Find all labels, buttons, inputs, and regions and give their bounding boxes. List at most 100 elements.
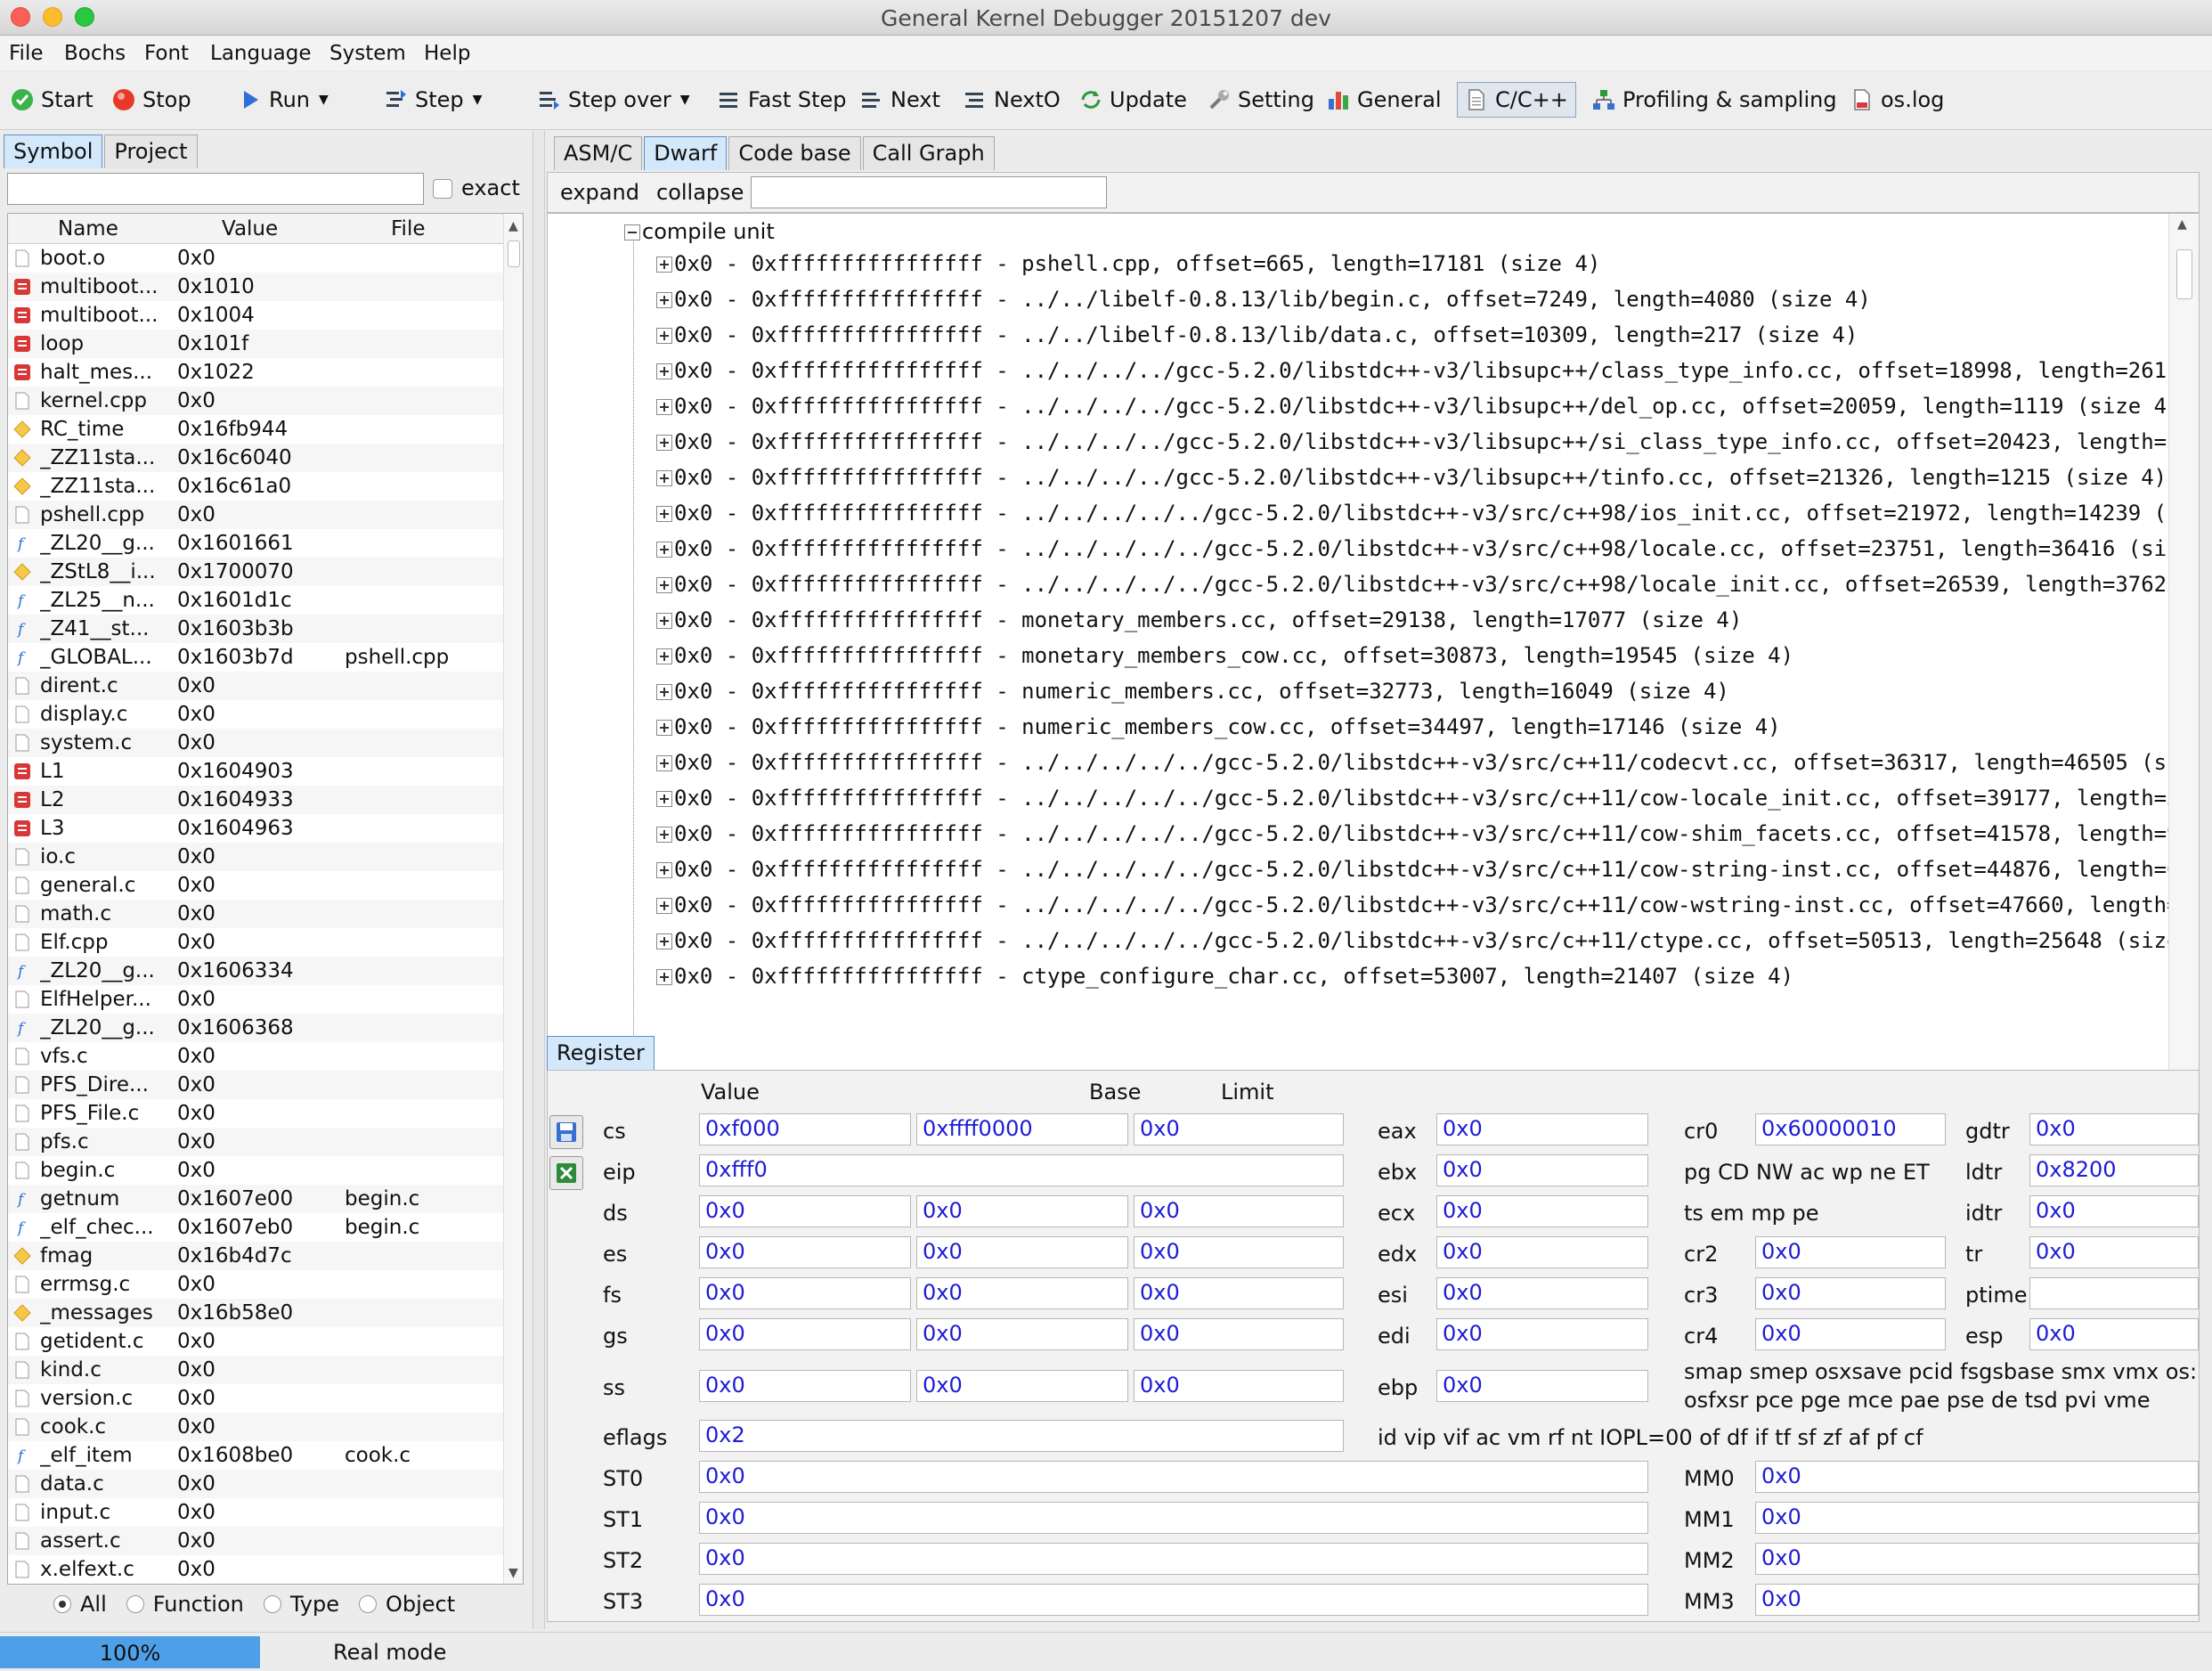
reg-cr4-value[interactable]: 0x0 <box>1755 1318 1946 1350</box>
table-row[interactable]: f _ZL25__n... 0x1601d1c <box>8 586 503 615</box>
reg-ds-base[interactable]: 0x0 <box>916 1195 1128 1227</box>
table-row[interactable]: input.c 0x0 <box>8 1498 503 1527</box>
reg-ss-base[interactable]: 0x0 <box>916 1370 1128 1402</box>
next-button[interactable]: Next <box>860 82 940 118</box>
general-button[interactable]: General <box>1327 82 1442 118</box>
table-row[interactable]: PFS_File.c 0x0 <box>8 1099 503 1128</box>
table-row[interactable]: system.c 0x0 <box>8 729 503 757</box>
expand-toggle-icon[interactable] <box>656 827 672 843</box>
nexto-button[interactable]: NextO <box>964 82 1061 118</box>
reg-ldtr-value[interactable]: 0x8200 <box>2029 1154 2199 1186</box>
reg-ds-limit[interactable]: 0x0 <box>1134 1195 1344 1227</box>
reg-esp-value[interactable]: 0x0 <box>2029 1318 2199 1350</box>
collapse-toggle-icon[interactable] <box>624 224 640 240</box>
reg-eip-value[interactable]: 0xfff0 <box>699 1154 1344 1186</box>
menu-language[interactable]: Language <box>210 42 312 65</box>
cpp-button[interactable]: C/C++ <box>1457 82 1576 118</box>
table-row[interactable]: data.c 0x0 <box>8 1470 503 1498</box>
tree-node[interactable]: 0x0 - 0xffffffffffffffff - ../../../../g… <box>656 429 2168 454</box>
reg-ds-value[interactable]: 0x0 <box>699 1195 911 1227</box>
reg-edi-value[interactable]: 0x0 <box>1436 1318 1648 1350</box>
reg-mm0-value[interactable]: 0x0 <box>1755 1461 2199 1493</box>
radio-function[interactable] <box>126 1595 144 1613</box>
reg-cs-value[interactable]: 0xf000 <box>699 1113 911 1145</box>
reg-cs-base[interactable]: 0xffff0000 <box>916 1113 1128 1145</box>
table-row[interactable]: _messages 0x16b58e0 <box>8 1299 503 1327</box>
table-row[interactable]: display.c 0x0 <box>8 700 503 729</box>
table-row[interactable]: RC_time 0x16fb944 <box>8 415 503 444</box>
table-row[interactable]: boot.o 0x0 <box>8 244 503 273</box>
expand-toggle-icon[interactable] <box>656 363 672 379</box>
fast-step-button[interactable]: Fast Step <box>718 82 847 118</box>
table-row[interactable]: ElfHelper... 0x0 <box>8 985 503 1014</box>
table-row[interactable]: x.elfext.c 0x0 <box>8 1555 503 1584</box>
step-button[interactable]: Step ▼ <box>385 82 482 118</box>
menu-bochs[interactable]: Bochs <box>64 42 126 65</box>
dwarf-filter-input[interactable] <box>751 176 1107 208</box>
export-excel-button[interactable] <box>549 1156 583 1190</box>
expand-toggle-icon[interactable] <box>656 470 672 486</box>
expand-toggle-icon[interactable] <box>656 791 672 807</box>
table-row[interactable]: cook.c 0x0 <box>8 1413 503 1441</box>
reg-fs-base[interactable]: 0x0 <box>916 1277 1128 1309</box>
scroll-up-arrow[interactable]: ▲ <box>508 219 518 233</box>
reg-gs-base[interactable]: 0x0 <box>916 1318 1128 1350</box>
tree-node[interactable]: 0x0 - 0xffffffffffffffff - ../../../../.… <box>656 750 2168 775</box>
reg-cs-limit[interactable]: 0x0 <box>1134 1113 1344 1145</box>
table-row[interactable]: _ZZ11sta... 0x16c61a0 <box>8 472 503 501</box>
expand-toggle-icon[interactable] <box>656 435 672 451</box>
reg-st3-value[interactable]: 0x0 <box>699 1584 1648 1616</box>
table-row[interactable]: f _ZL20__g... 0x1606368 <box>8 1014 503 1042</box>
table-row[interactable]: L1 0x1604903 <box>8 757 503 786</box>
column-value[interactable]: Value <box>222 217 278 240</box>
menu-help[interactable]: Help <box>424 42 470 65</box>
expand-toggle-icon[interactable] <box>656 399 672 415</box>
expand-toggle-icon[interactable] <box>656 542 672 558</box>
tab-register[interactable]: Register <box>547 1036 655 1070</box>
reg-gs-value[interactable]: 0x0 <box>699 1318 911 1350</box>
expand-toggle-icon[interactable] <box>656 898 672 914</box>
filter-object[interactable]: Object <box>358 1592 455 1617</box>
tree-node[interactable]: 0x0 - 0xffffffffffffffff - ../../../../.… <box>656 857 2168 882</box>
reg-eflags-value[interactable]: 0x2 <box>699 1420 1344 1452</box>
table-row[interactable]: kind.c 0x0 <box>8 1356 503 1384</box>
tree-node[interactable]: 0x0 - 0xffffffffffffffff - ../../libelf-… <box>656 287 1871 312</box>
reg-mm1-value[interactable]: 0x0 <box>1755 1502 2199 1534</box>
save-registers-button[interactable] <box>549 1115 583 1149</box>
symbol-scrollbar[interactable]: ▲ ▼ <box>503 214 523 1584</box>
reg-ecx-value[interactable]: 0x0 <box>1436 1195 1648 1227</box>
table-row[interactable]: assert.c 0x0 <box>8 1527 503 1555</box>
tree-vertical-scrollbar[interactable]: ▲ ▼ <box>2168 214 2199 1104</box>
radio-all[interactable] <box>53 1595 71 1613</box>
reg-cr0-value[interactable]: 0x60000010 <box>1755 1113 1946 1145</box>
table-row[interactable]: pshell.cpp 0x0 <box>8 501 503 529</box>
collapse-button[interactable]: collapse <box>656 180 744 205</box>
table-row[interactable]: L2 0x1604933 <box>8 786 503 814</box>
expand-toggle-icon[interactable] <box>656 755 672 771</box>
filter-function[interactable]: Function <box>126 1592 244 1617</box>
radio-type[interactable] <box>263 1595 281 1613</box>
table-row[interactable]: Elf.cpp 0x0 <box>8 928 503 957</box>
table-row[interactable]: version.c 0x0 <box>8 1384 503 1413</box>
profiling-button[interactable]: Profiling & sampling <box>1592 82 1837 118</box>
reg-cr2-value[interactable]: 0x0 <box>1755 1236 1946 1268</box>
reg-st1-value[interactable]: 0x0 <box>699 1502 1648 1534</box>
expand-toggle-icon[interactable] <box>656 933 672 950</box>
expand-toggle-icon[interactable] <box>656 257 672 273</box>
tree-node[interactable]: 0x0 - 0xffffffffffffffff - ../../../../g… <box>656 394 2168 419</box>
table-row[interactable]: io.c 0x0 <box>8 843 503 871</box>
table-row[interactable]: loop 0x101f <box>8 330 503 358</box>
reg-st0-value[interactable]: 0x0 <box>699 1461 1648 1493</box>
expand-toggle-icon[interactable] <box>656 328 672 344</box>
reg-es-base[interactable]: 0x0 <box>916 1236 1128 1268</box>
table-row[interactable]: pfs.c 0x0 <box>8 1128 503 1156</box>
reg-eax-value[interactable]: 0x0 <box>1436 1113 1648 1145</box>
scroll-up-arrow[interactable]: ▲ <box>2177 217 2187 232</box>
tree-node[interactable]: 0x0 - 0xffffffffffffffff - numeric_membe… <box>656 679 1729 704</box>
reg-mm3-value[interactable]: 0x0 <box>1755 1584 2199 1616</box>
expand-toggle-icon[interactable] <box>656 292 672 308</box>
reg-ebp-value[interactable]: 0x0 <box>1436 1370 1648 1402</box>
exact-checkbox[interactable] <box>433 179 452 199</box>
reg-mm2-value[interactable]: 0x0 <box>1755 1543 2199 1575</box>
panel-splitter[interactable] <box>533 131 545 1629</box>
